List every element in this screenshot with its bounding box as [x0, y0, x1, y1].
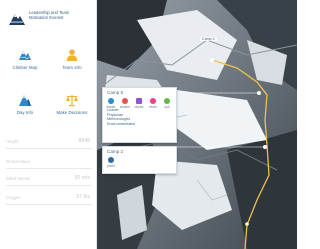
glacier-map-icon — [19, 51, 31, 60]
nav-team-info-label: Team Info — [62, 65, 82, 70]
terrain-map[interactable]: Camp 4 Camp 5 leader climber doctor team… — [97, 0, 297, 249]
camp-pin-base[interactable] — [245, 222, 249, 226]
stat-height-label: Height — [6, 139, 19, 144]
camp-5-title: Camp 5 — [107, 90, 124, 95]
nav-day-info[interactable]: Day Info — [5, 93, 45, 123]
sidebar: Leadership and Team Motivation Everest C… — [0, 0, 97, 249]
nav-team-info[interactable]: Team Info — [52, 48, 92, 78]
role-chip-label: ops — [164, 105, 170, 109]
camp-pin-5[interactable] — [257, 91, 261, 95]
stat-height-value: 8848 — [78, 138, 90, 144]
nav-climber-map[interactable]: Climber Map — [5, 48, 45, 78]
app-logo: Leadership and Team Motivation Everest — [8, 8, 94, 34]
stat-wind-speed-label: Wind Speed — [6, 176, 30, 181]
team-icon — [150, 98, 156, 104]
climber-icon — [122, 98, 128, 104]
role-chip-ops[interactable]: ops — [161, 98, 173, 109]
mountain-icon — [19, 95, 31, 106]
logo-line-2: Motivation Everest — [29, 15, 64, 21]
role-chip-photo[interactable]: photo — [105, 157, 117, 168]
doctor-icon — [136, 98, 142, 104]
nav-make-decisions-label: Make Decisions — [56, 110, 88, 115]
camp-5-card[interactable]: Camp 5 leader climber doctor team ops Le… — [102, 87, 177, 143]
role-chip-team[interactable]: team — [147, 98, 159, 109]
stat-wind-speed-value: 30 m/s — [74, 175, 90, 181]
nav-make-decisions[interactable]: Make Decisions — [52, 93, 92, 123]
camp-2-card[interactable]: Camp 2 photo — [102, 146, 177, 174]
ops-icon — [164, 98, 170, 104]
camp-pin-label: Camp 4 — [200, 37, 217, 41]
mountain-logo-icon — [9, 14, 25, 25]
stat-oxygen-value: 37 lbs — [76, 194, 90, 200]
nav-climber-map-label: Climber Map — [12, 65, 38, 70]
scales-icon — [66, 95, 78, 107]
camp-5-role-list: Leader Physician Meteorologist Environme… — [107, 108, 135, 126]
stat-height: Height 8848 — [6, 138, 92, 149]
person-icon — [66, 49, 78, 61]
role-chip-label: team — [149, 105, 157, 109]
nav-day-info-label: Day Info — [16, 110, 34, 115]
camp-pin-upper[interactable] — [210, 58, 214, 62]
camp-pin-2[interactable] — [263, 145, 267, 149]
stat-temperature-label: Temperature — [6, 159, 31, 164]
stat-wind-speed: Wind Speed 30 m/s — [6, 175, 92, 186]
photo-icon — [108, 157, 114, 163]
camp-2-title: Camp 2 — [107, 149, 124, 154]
leader-icon — [108, 98, 114, 104]
stat-oxygen: Oxygen 37 lbs — [6, 194, 92, 205]
stat-oxygen-label: Oxygen — [6, 195, 21, 200]
stat-temperature: Temperature — [6, 158, 92, 169]
list-item: Environmentalist — [107, 121, 136, 126]
role-chip-label: photo — [107, 164, 115, 168]
